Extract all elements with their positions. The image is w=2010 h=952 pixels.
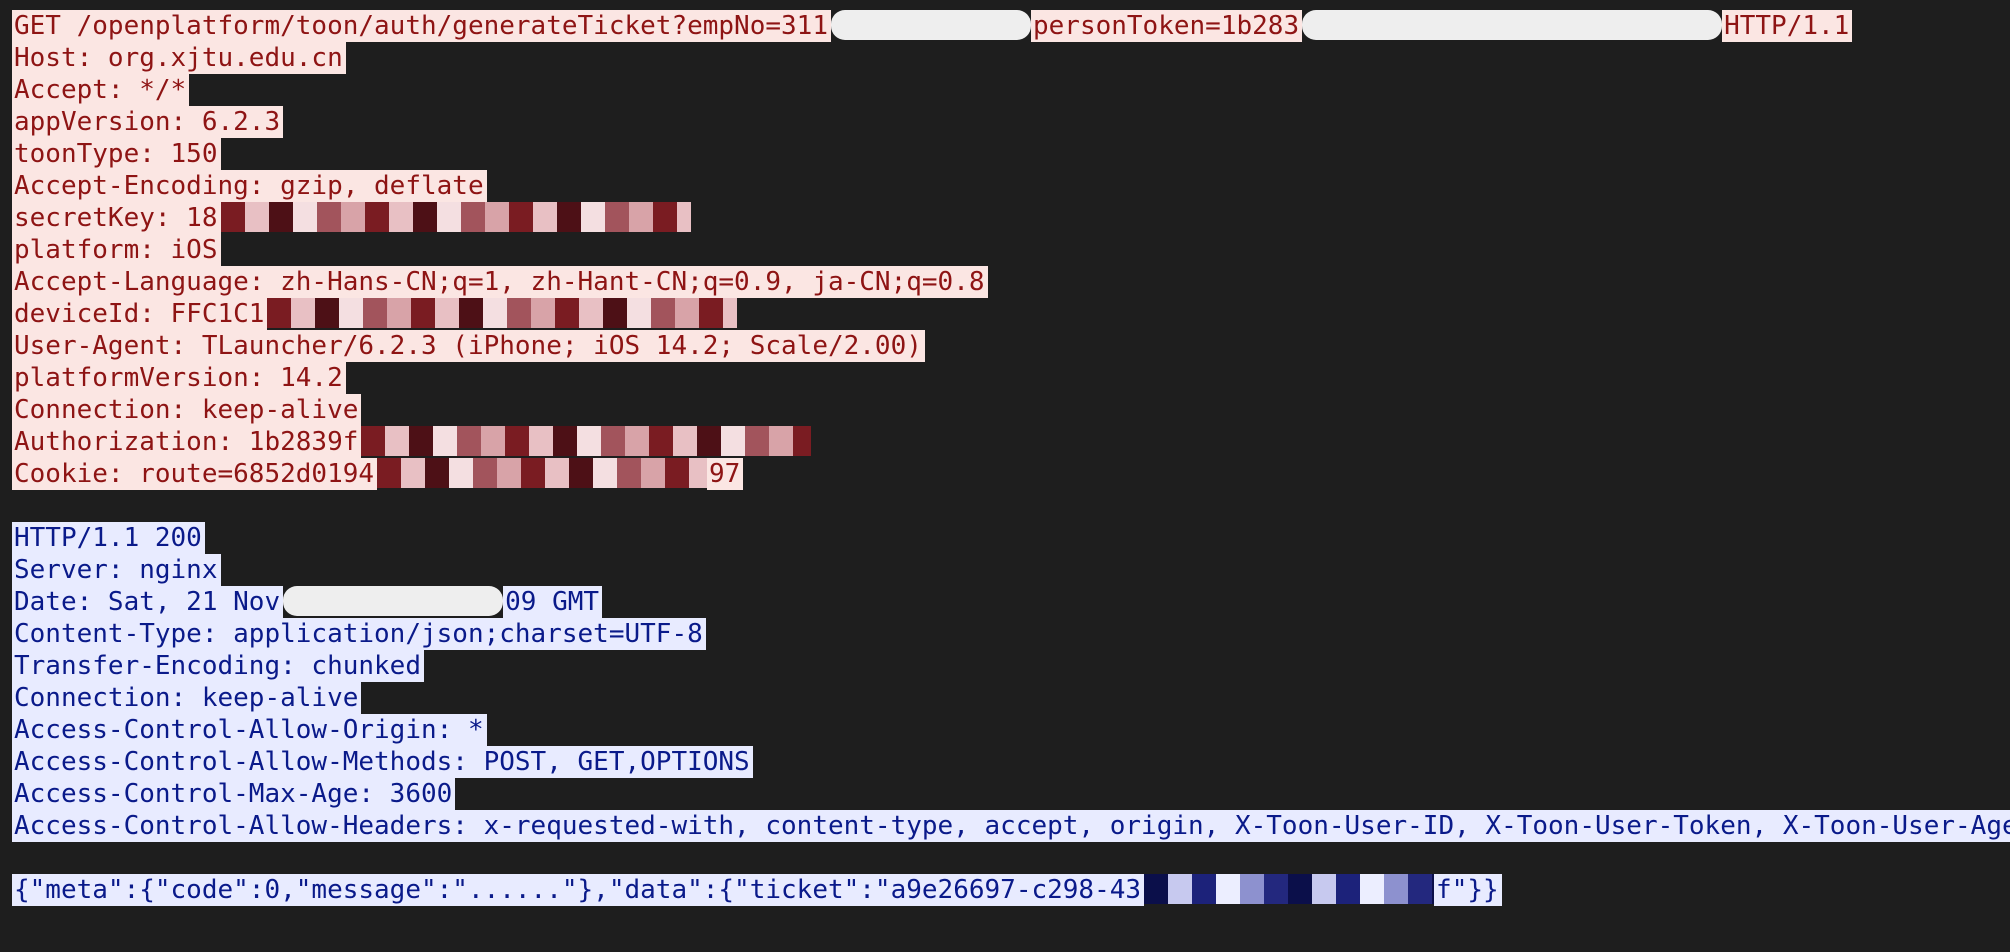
- redacted-date: [283, 585, 504, 616]
- header-text: Content-Type: application/json;charset=U…: [12, 618, 706, 650]
- response-body: {"meta":{"code":0,"message":"......"},"d…: [12, 873, 2010, 906]
- header-text: Accept-Language: zh-Hans-CN;q=1, zh-Hant…: [12, 266, 988, 298]
- redacted-emp-no: [830, 9, 1031, 40]
- header-text: Date: Sat, 21 Nov: [12, 586, 284, 618]
- response-status-line: HTTP/1.1 200: [12, 522, 2010, 554]
- response-header-content-type: Content-Type: application/json;charset=U…: [12, 618, 2010, 650]
- header-text: Cookie: route=6852d0194: [12, 458, 378, 490]
- response-header-max-age: Access-Control-Max-Age: 3600: [12, 778, 2010, 810]
- request-line-start: GET /openplatform/toon/auth/generateTick…: [12, 10, 831, 42]
- header-text: Authorization: 1b2839f: [12, 426, 362, 458]
- redacted-authorization: [361, 425, 812, 456]
- request-header-accept-encoding: Accept-Encoding: gzip, deflate: [12, 170, 2010, 202]
- request-header-accept: Accept: */*: [12, 74, 2010, 106]
- header-text: Accept-Encoding: gzip, deflate: [12, 170, 487, 202]
- redacted-secret-key: [220, 201, 691, 232]
- request-header-host: Host: org.xjtu.edu.cn: [12, 42, 2010, 74]
- response-header-connection: Connection: keep-alive: [12, 682, 2010, 714]
- header-text: Access-Control-Allow-Headers: x-requeste…: [12, 810, 2010, 842]
- request-block: GET /openplatform/toon/auth/generateTick…: [12, 9, 2010, 490]
- header-text: HTTP/1.1 200: [12, 522, 205, 554]
- request-header-toon-type: toonType: 150: [12, 138, 2010, 170]
- header-text: Access-Control-Allow-Methods: POST, GET,…: [12, 746, 753, 778]
- response-header-allow-headers: Access-Control-Allow-Headers: x-requeste…: [12, 810, 2010, 842]
- request-header-secret-key: secretKey: 18: [12, 201, 2010, 234]
- header-text: Connection: keep-alive: [12, 394, 362, 426]
- header-text-tail: 97: [707, 458, 744, 490]
- body-text-tail: f"}}: [1434, 874, 1502, 906]
- request-header-cookie: Cookie: route=6852d0194 97: [12, 457, 2010, 490]
- request-header-authorization: Authorization: 1b2839f: [12, 425, 2010, 458]
- header-text: Host: org.xjtu.edu.cn: [12, 42, 346, 74]
- header-text: deviceId: FFC1C1: [12, 298, 268, 330]
- request-header-user-agent: User-Agent: TLauncher/6.2.3 (iPhone; iOS…: [12, 330, 2010, 362]
- response-header-allow-methods: Access-Control-Allow-Methods: POST, GET,…: [12, 746, 2010, 778]
- request-header-platform-version: platformVersion: 14.2: [12, 362, 2010, 394]
- response-header-transfer-encoding: Transfer-Encoding: chunked: [12, 650, 2010, 682]
- response-block: HTTP/1.1 200 Server: nginx Date: Sat, 21…: [12, 522, 2010, 906]
- header-text: Accept: */*: [12, 74, 190, 106]
- header-text: Access-Control-Allow-Origin: *: [12, 714, 487, 746]
- request-line-protocol: HTTP/1.1: [1722, 10, 1853, 42]
- redacted-device-id: [267, 297, 738, 328]
- request-header-accept-language: Accept-Language: zh-Hans-CN;q=1, zh-Hant…: [12, 266, 2010, 298]
- request-line-person-token: personToken=1b283: [1030, 10, 1303, 42]
- header-text: toonType: 150: [12, 138, 221, 170]
- header-text: Connection: keep-alive: [12, 682, 362, 714]
- request-header-app-version: appVersion: 6.2.3: [12, 106, 2010, 138]
- header-text: secretKey: 18: [12, 202, 221, 234]
- header-text: platformVersion: 14.2: [12, 362, 346, 394]
- header-text: Server: nginx: [12, 554, 221, 586]
- request-header-platform: platform: iOS: [12, 234, 2010, 266]
- header-text: Transfer-Encoding: chunked: [12, 650, 424, 682]
- http-stream-view: GET /openplatform/toon/auth/generateTick…: [12, 9, 2010, 906]
- request-header-device-id: deviceId: FFC1C1: [12, 297, 2010, 330]
- response-header-date: Date: Sat, 21 Nov 09 GMT: [12, 585, 2010, 618]
- response-header-server: Server: nginx: [12, 554, 2010, 586]
- response-header-allow-origin: Access-Control-Allow-Origin: *: [12, 714, 2010, 746]
- body-text: {"meta":{"code":0,"message":"......"},"d…: [12, 874, 1145, 906]
- redacted-ticket: [1144, 873, 1435, 904]
- header-text: Access-Control-Max-Age: 3600: [12, 778, 456, 810]
- header-text-tail: 09 GMT: [503, 586, 603, 618]
- redacted-person-token: [1302, 9, 1723, 40]
- redacted-cookie: [377, 457, 708, 488]
- header-text: appVersion: 6.2.3: [12, 106, 284, 138]
- request-line: GET /openplatform/toon/auth/generateTick…: [12, 9, 2010, 42]
- header-text: platform: iOS: [12, 234, 221, 266]
- request-header-connection: Connection: keep-alive: [12, 394, 2010, 426]
- header-text: User-Agent: TLauncher/6.2.3 (iPhone; iOS…: [12, 330, 925, 362]
